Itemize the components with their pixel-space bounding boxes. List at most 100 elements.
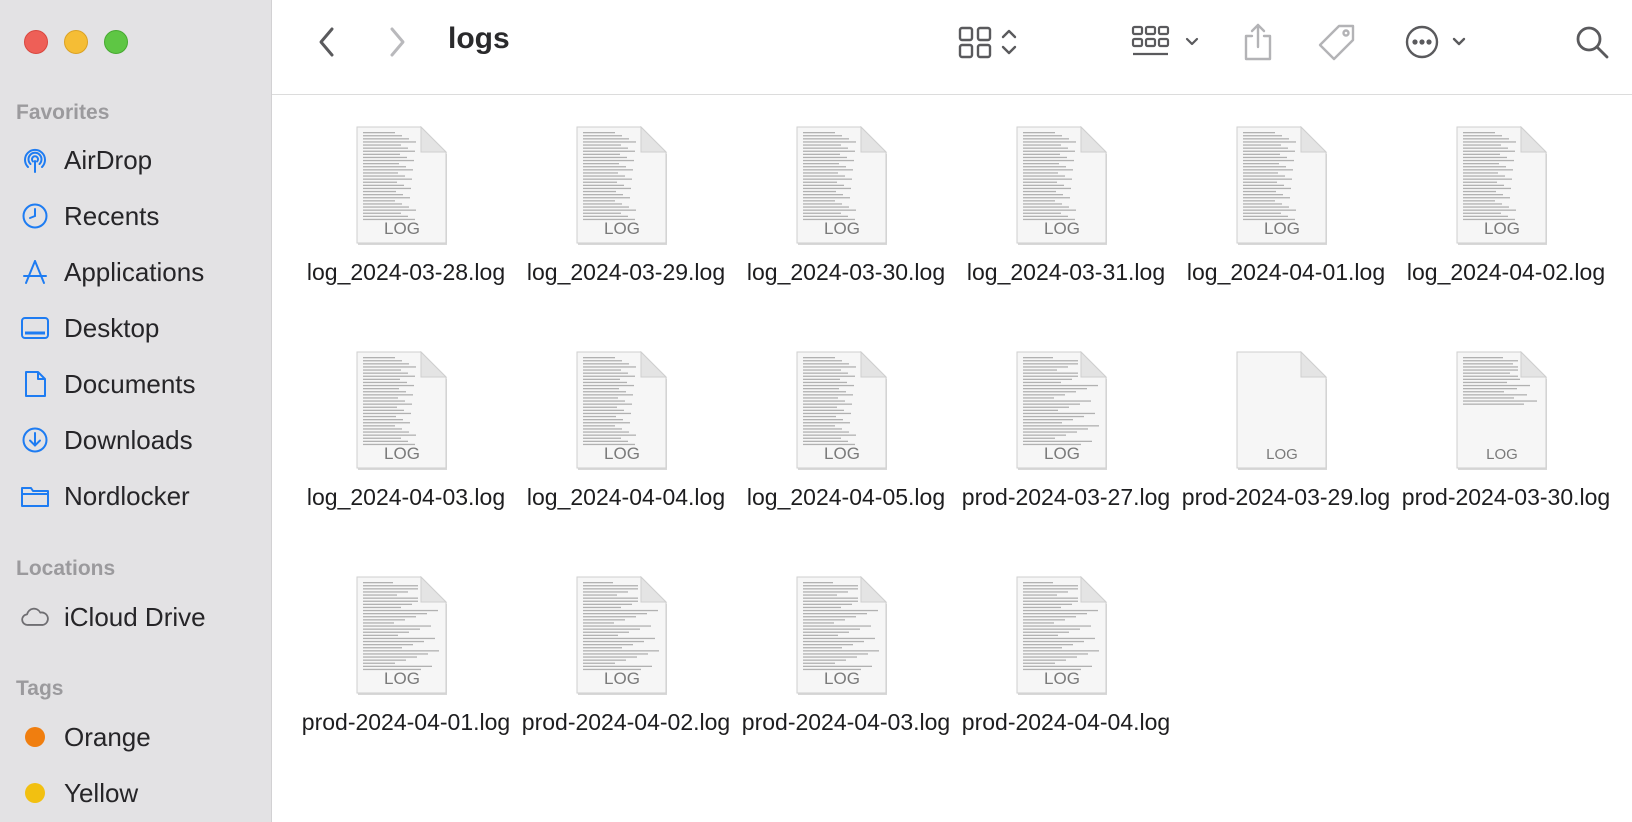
file-item[interactable]: LOG log_2024-04-03.log [296, 351, 516, 554]
log-file-icon: LOG [356, 126, 448, 245]
file-name: prod-2024-04-02.log [521, 709, 731, 735]
log-file-icon: LOG [1456, 126, 1548, 245]
file-item[interactable]: LOG prod-2024-03-27.log [956, 351, 1176, 554]
tag-button[interactable] [1314, 20, 1360, 64]
file-item[interactable]: LOG prod-2024-04-04.log [956, 576, 1176, 779]
sidebar-item-documents[interactable]: Documents [0, 360, 272, 408]
forward-button[interactable] [382, 24, 412, 60]
sidebar-item-icloud-drive[interactable]: iCloud Drive [0, 593, 272, 641]
file-item[interactable]: LOG log_2024-04-02.log [1396, 126, 1616, 329]
more-actions-button[interactable] [1400, 20, 1480, 64]
log-file-icon: LOG [356, 351, 448, 470]
file-item[interactable]: LOG prod-2024-04-02.log [516, 576, 736, 779]
favorites-section-title: Favorites [16, 101, 110, 124]
yellow-tag-icon [20, 779, 50, 807]
tag-icon [1318, 24, 1355, 61]
folder-icon [20, 482, 50, 510]
share-button[interactable] [1238, 18, 1278, 66]
log-file-icon: LOG [356, 576, 448, 695]
ellipsis-icon [1405, 25, 1466, 59]
file-item[interactable]: LOG log_2024-03-28.log [296, 126, 516, 329]
file-type-badge: LOG [604, 219, 640, 238]
file-name: prod-2024-03-29.log [1181, 484, 1391, 510]
file-type-badge: LOG [1044, 219, 1080, 238]
file-type-badge: LOG [1264, 219, 1300, 238]
minimize-window-button[interactable] [64, 30, 88, 54]
file-name: prod-2024-03-30.log [1401, 484, 1611, 510]
file-grid: LOG log_2024-03-28.log LOG log_2024-03-29.l… [296, 126, 1616, 779]
file-type-badge: LOG [384, 219, 420, 238]
sidebar-item-label: Applications [64, 256, 205, 287]
file-item[interactable]: LOG prod-2024-03-29.log [1176, 351, 1396, 554]
file-type-badge: LOG [1486, 446, 1518, 463]
share-icon [1244, 23, 1272, 61]
file-item[interactable]: LOG log_2024-03-29.log [516, 126, 736, 329]
file-item[interactable]: LOG log_2024-03-30.log [736, 126, 956, 329]
sidebar-item-label: iCloud Drive [64, 601, 206, 632]
sidebar-item-recents[interactable]: Recents [0, 192, 272, 240]
file-name: prod-2024-03-27.log [961, 484, 1171, 510]
applications-icon [20, 258, 50, 286]
sidebar-item-applications[interactable]: Applications [0, 248, 272, 296]
file-item[interactable]: LOG log_2024-04-01.log [1176, 126, 1396, 329]
log-file-icon: LOG [1236, 351, 1328, 470]
log-file-icon: LOG [576, 351, 668, 470]
file-name: log_2024-03-29.log [526, 259, 726, 285]
log-file-icon: LOG [1016, 351, 1108, 470]
file-name: log_2024-04-01.log [1186, 259, 1386, 285]
search-button[interactable] [1572, 22, 1612, 62]
file-name: log_2024-03-30.log [746, 259, 946, 285]
file-type-badge: LOG [1044, 444, 1080, 463]
zoom-window-button[interactable] [104, 30, 128, 54]
log-file-icon: LOG [1456, 351, 1548, 470]
group-icon [1131, 25, 1199, 56]
file-item[interactable]: LOG prod-2024-03-30.log [1396, 351, 1616, 554]
file-item[interactable]: LOG log_2024-04-05.log [736, 351, 956, 554]
file-type-badge: LOG [1266, 446, 1298, 463]
file-item[interactable]: LOG prod-2024-04-03.log [736, 576, 956, 779]
log-file-icon: LOG [1236, 126, 1328, 245]
file-type-badge: LOG [384, 444, 420, 463]
file-item[interactable]: LOG log_2024-04-04.log [516, 351, 736, 554]
sidebar-item-label: Documents [64, 368, 196, 399]
chevron-left-icon [319, 27, 334, 57]
back-button[interactable] [312, 24, 342, 60]
sidebar-item-desktop[interactable]: Desktop [0, 304, 272, 352]
file-name: log_2024-04-04.log [526, 484, 726, 510]
file-type-badge: LOG [1044, 669, 1080, 688]
document-icon [20, 370, 50, 398]
window-title: logs [448, 22, 510, 55]
file-name: log_2024-04-03.log [306, 484, 506, 510]
view-mode-button[interactable] [952, 20, 1032, 64]
sidebar-item-label: Recents [64, 200, 160, 231]
sidebar-item-downloads[interactable]: Downloads [0, 416, 272, 464]
file-name: prod-2024-04-03.log [741, 709, 951, 735]
log-file-icon: LOG [796, 351, 888, 470]
cloud-icon [20, 603, 50, 631]
file-browser-content: LOG log_2024-03-28.log LOG log_2024-03-29.l… [272, 96, 1632, 822]
window-controls [24, 30, 128, 54]
file-name: prod-2024-04-04.log [961, 709, 1171, 735]
chevron-right-icon [390, 27, 405, 57]
sidebar-item-airdrop[interactable]: AirDrop [0, 136, 272, 184]
sidebar-item-tag-yellow[interactable]: Yellow [0, 769, 272, 817]
sidebar-item-nordlocker[interactable]: Nordlocker [0, 472, 272, 520]
file-type-badge: LOG [604, 444, 640, 463]
sidebar: Favorites AirDrop Recents Applications D… [0, 0, 272, 822]
toolbar: logs [272, 0, 1632, 95]
sidebar-item-label: Yellow [64, 777, 139, 808]
sidebar-item-label: Downloads [64, 424, 193, 455]
log-file-icon: LOG [576, 126, 668, 245]
log-file-icon: LOG [796, 576, 888, 695]
close-window-button[interactable] [24, 30, 48, 54]
file-item[interactable]: LOG log_2024-03-31.log [956, 126, 1176, 329]
log-file-icon: LOG [1016, 126, 1108, 245]
file-item[interactable]: LOG prod-2024-04-01.log [296, 576, 516, 779]
orange-tag-icon [20, 723, 50, 751]
file-type-badge: LOG [604, 669, 640, 688]
log-file-icon: LOG [1016, 576, 1108, 695]
group-button[interactable] [1126, 20, 1216, 64]
tags-section-title: Tags [16, 677, 64, 700]
search-icon [1576, 26, 1609, 59]
sidebar-item-tag-orange[interactable]: Orange [0, 713, 272, 761]
